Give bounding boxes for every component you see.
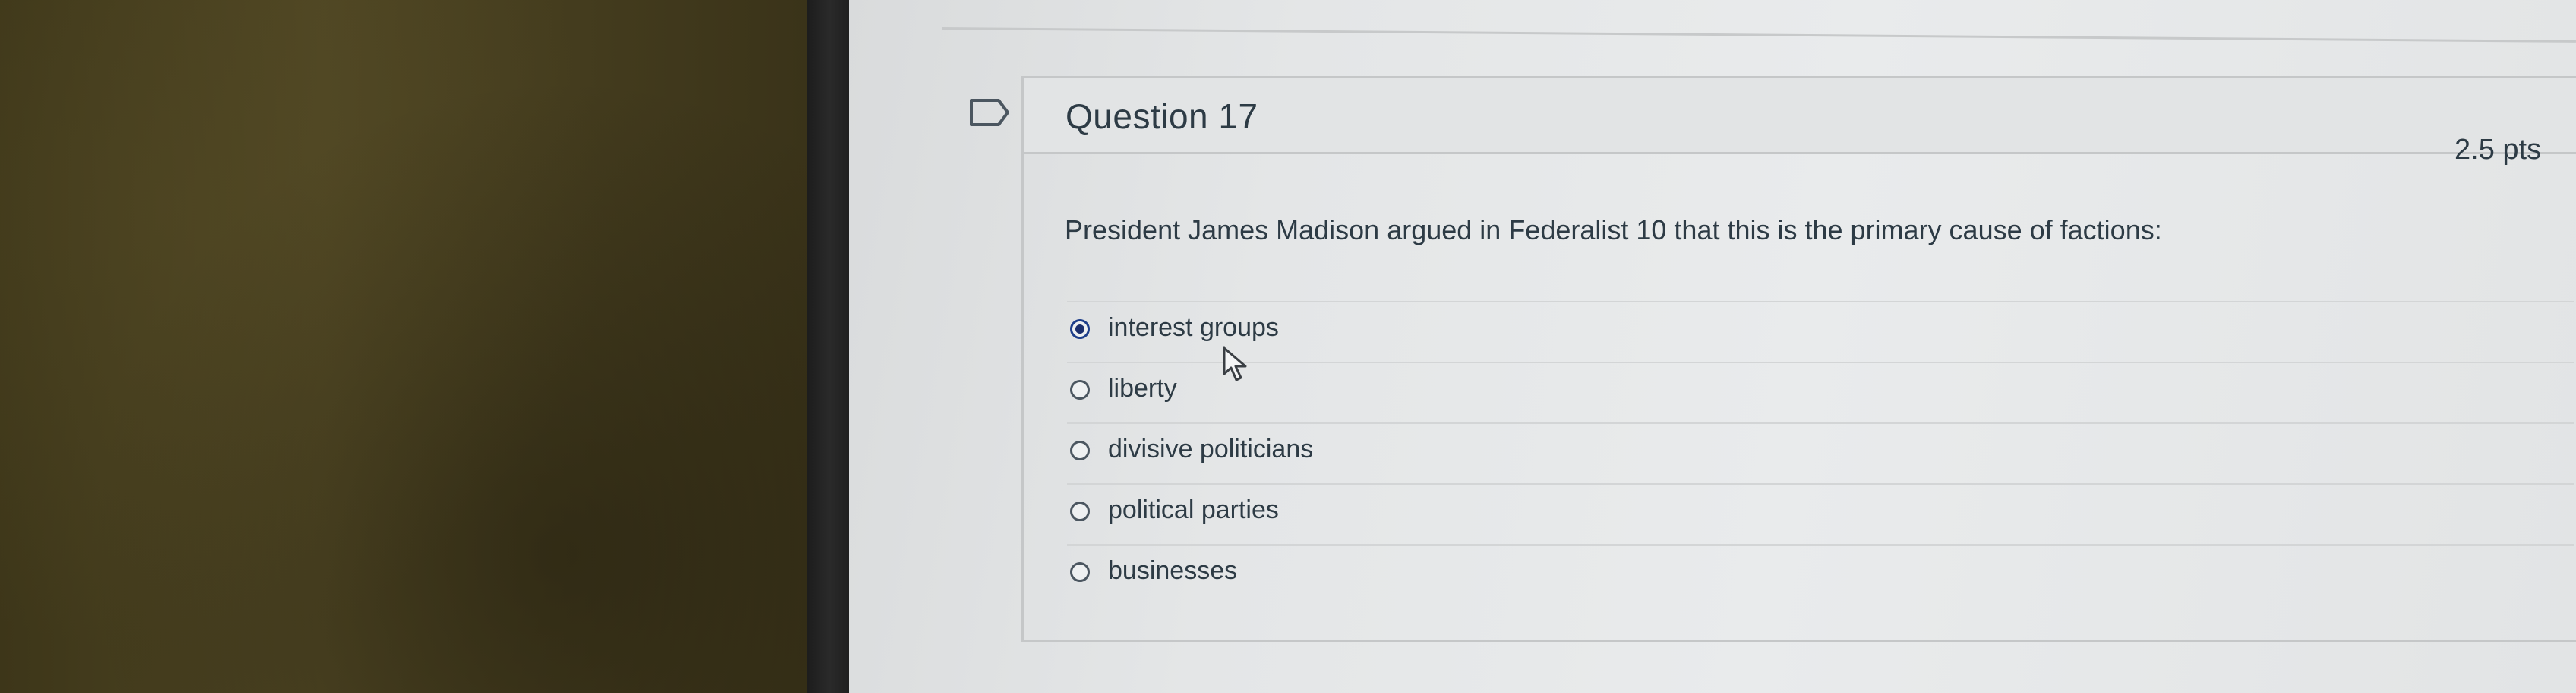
radio-button[interactable] (1070, 502, 1090, 521)
radio-button[interactable] (1070, 319, 1090, 339)
answer-option[interactable]: political parties (1067, 483, 2574, 538)
answer-label: interest groups (1108, 313, 1279, 342)
answer-option[interactable]: divisive politicians (1067, 422, 2574, 477)
answer-label: businesses (1108, 556, 1238, 585)
answer-option[interactable]: interest groups (1067, 301, 2574, 356)
answer-label: divisive politicians (1108, 435, 1314, 464)
answer-label: political parties (1108, 495, 1279, 524)
radio-button[interactable] (1070, 441, 1090, 460)
flag-icon[interactable] (968, 97, 1011, 128)
radio-button[interactable] (1070, 562, 1090, 582)
answer-option[interactable]: businesses (1067, 544, 2574, 599)
question-title: Question 17 (1065, 97, 1258, 136)
background-wall (0, 0, 809, 693)
question-points: 2.5 pts (2454, 134, 2542, 166)
question-text: President James Madison argued in Federa… (1065, 214, 2162, 245)
answer-label: liberty (1108, 374, 1177, 403)
monitor-bezel (807, 0, 852, 693)
photo-scene: Question 17 2.5 pts President James Madi… (0, 0, 2576, 693)
answer-option[interactable]: liberty (1067, 362, 2574, 416)
radio-button[interactable] (1070, 380, 1090, 400)
mouse-pointer-icon (1223, 346, 1247, 381)
